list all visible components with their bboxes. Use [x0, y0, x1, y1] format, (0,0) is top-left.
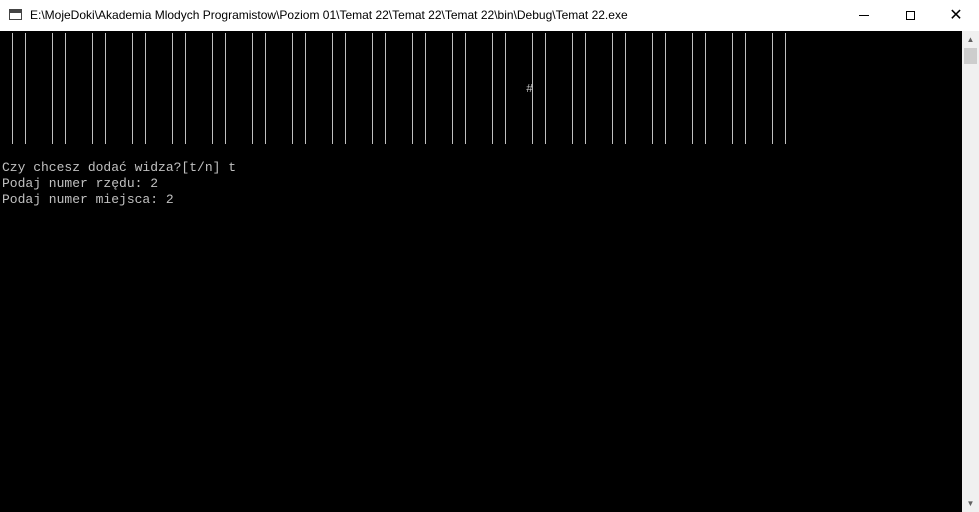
seat-right-bar — [145, 33, 146, 145]
seat-left-bar — [12, 33, 13, 145]
seat-left-bar — [492, 33, 493, 145]
seat-right-bar — [545, 33, 546, 145]
console-output[interactable]: # Czy chcesz dodać widza?[t/n] t Podaj n… — [0, 31, 962, 512]
seat-right-bar — [185, 33, 186, 145]
seat-right-bar — [745, 33, 746, 145]
minimize-icon — [859, 15, 869, 16]
seat-right-bar — [665, 33, 666, 145]
seat-left-bar — [372, 33, 373, 145]
seat-right-bar — [625, 33, 626, 145]
seat-left-bar — [572, 33, 573, 145]
seat-left-bar — [332, 33, 333, 145]
seat-left-bar — [212, 33, 213, 145]
seat-right-bar — [225, 33, 226, 145]
seat-left-bar — [52, 33, 53, 145]
console-line: Podaj numer miejsca: 2 — [2, 192, 174, 207]
seat-left-bar — [172, 33, 173, 145]
maximize-button[interactable] — [887, 0, 933, 31]
seat-left-bar — [772, 33, 773, 145]
seat-left-bar — [652, 33, 653, 145]
seat-right-bar — [265, 33, 266, 145]
seat-left-bar — [412, 33, 413, 145]
console-app-icon[interactable] — [9, 9, 22, 20]
scroll-up-arrow-icon[interactable]: ▲ — [962, 31, 979, 48]
seat-left-bar — [252, 33, 253, 145]
seat-right-bar — [25, 33, 26, 145]
seat-right-bar — [345, 33, 346, 145]
seat-right-bar — [385, 33, 386, 145]
seat-right-bar — [505, 33, 506, 145]
console-line: Czy chcesz dodać widza?[t/n] t — [2, 160, 237, 175]
seat-right-bar — [425, 33, 426, 145]
window-title: E:\MojeDoki\Akademia Mlodych Programisto… — [30, 8, 628, 22]
seat-right-bar — [465, 33, 466, 145]
seat-left-bar — [452, 33, 453, 145]
vertical-scrollbar[interactable]: ▲ ▼ — [962, 31, 979, 512]
seat-right-bar — [305, 33, 306, 145]
seat-right-bar — [785, 33, 786, 145]
scrollbar-thumb[interactable] — [964, 48, 977, 64]
seat-right-bar — [585, 33, 586, 145]
seat-left-bar — [612, 33, 613, 145]
title-bar: E:\MojeDoki\Akademia Mlodych Programisto… — [0, 0, 979, 31]
minimize-button[interactable] — [841, 0, 887, 31]
seat-left-bar — [692, 33, 693, 145]
seat-right-bar — [705, 33, 706, 145]
occupied-seat-marker: # — [526, 81, 534, 96]
seat-left-bar — [132, 33, 133, 145]
seat-right-bar — [65, 33, 66, 145]
seat-left-bar — [92, 33, 93, 145]
scroll-down-arrow-icon[interactable]: ▼ — [962, 495, 979, 512]
console-line: Podaj numer rzędu: 2 — [2, 176, 159, 191]
seat-left-bar — [732, 33, 733, 145]
maximize-icon — [905, 11, 915, 20]
close-icon: ✕ — [949, 6, 963, 24]
seat-right-bar — [105, 33, 106, 145]
close-button[interactable]: ✕ — [933, 0, 979, 31]
seat-left-bar — [292, 33, 293, 145]
